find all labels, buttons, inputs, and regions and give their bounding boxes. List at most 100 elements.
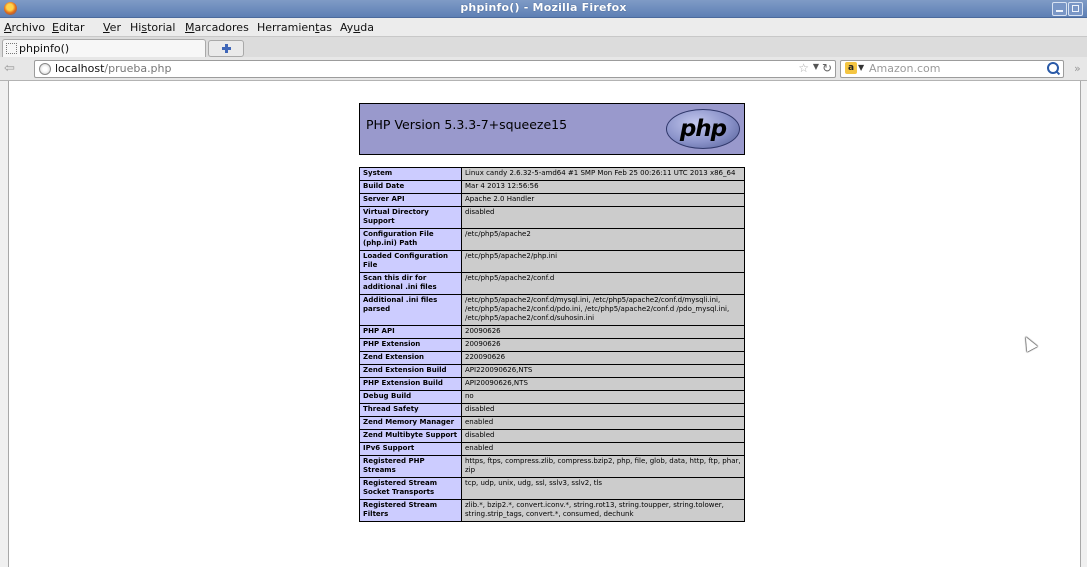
back-arrow-icon: ⇦ (4, 61, 15, 76)
row-key: Registered Stream Filters (359, 499, 462, 522)
back-button[interactable]: ⇦ (4, 60, 32, 77)
row-key: Loaded Configuration File (359, 250, 462, 273)
row-value: Linux candy 2.6.32-5-amd64 #1 SMP Mon Fe… (461, 167, 745, 181)
table-row: System Linux candy 2.6.32-5-amd64 #1 SMP … (359, 167, 745, 181)
table-row: Loaded Configuration File/etc/php5/apach… (359, 250, 745, 273)
row-value: disabled (461, 206, 745, 229)
row-value: /etc/php5/apache2/conf.d (461, 272, 745, 295)
row-value: Mar 4 2013 12:56:56 (461, 180, 745, 194)
table-row: IPv6 Support enabled (359, 442, 745, 456)
minimize-icon[interactable] (1052, 2, 1067, 16)
row-value: API20090626,NTS (461, 377, 745, 391)
row-value: /etc/php5/apache2/php.ini (461, 250, 745, 273)
menu-editar[interactable]: Editar (52, 21, 85, 34)
row-key: PHP API (359, 325, 462, 339)
row-value: /etc/php5/apache2 (461, 228, 745, 251)
overflow-icon[interactable]: » (1074, 62, 1084, 76)
row-value: disabled (461, 429, 745, 443)
row-value: no (461, 390, 745, 404)
table-row: PHP Extension Build API20090626,NTS (359, 377, 745, 391)
url-bar[interactable]: localhost/prueba.php ☆ ▼ ↻ (34, 60, 836, 78)
table-row: PHP Extension 20090626 (359, 338, 745, 352)
row-key: Additional .ini files parsed (359, 294, 462, 326)
row-value: zlib.*, bzip2.*, convert.iconv.*, string… (461, 499, 745, 522)
row-key: Zend Extension (359, 351, 462, 365)
table-row: Additional .ini files parsed/etc/php5/ap… (359, 294, 745, 326)
table-row: Zend Extension Build API220090626,NTS (359, 364, 745, 378)
tab-phpinfo[interactable]: phpinfo() (2, 39, 206, 57)
row-key: Registered PHP Streams (359, 455, 462, 478)
row-value: 20090626 (461, 325, 745, 339)
window-titlebar[interactable]: phpinfo() - Mozilla Firefox (0, 0, 1087, 18)
row-value: enabled (461, 416, 745, 430)
search-icon[interactable] (1047, 62, 1059, 74)
row-value: 220090626 (461, 351, 745, 365)
menu-archivo[interactable]: Archivo (4, 21, 45, 34)
row-key: Registered Stream Socket Transports (359, 477, 462, 500)
page-icon (6, 43, 17, 54)
table-row: Scan this dir for additional .ini files /… (359, 272, 745, 295)
menu-ver[interactable]: Ver (103, 21, 121, 34)
table-row: Registered PHP Streams https, ftps, compr… (359, 455, 745, 478)
reload-icon[interactable]: ↻ (822, 61, 832, 75)
row-key: IPv6 Support (359, 442, 462, 456)
amazon-icon[interactable]: a (845, 62, 857, 74)
menu-marcadores[interactable]: Marcadores (185, 21, 249, 34)
row-value: https, ftps, compress.zlib, compress.bzi… (461, 455, 745, 478)
globe-icon[interactable] (39, 63, 51, 75)
php-header: PHP Version 5.3.3-7+squeeze15 php (359, 103, 745, 155)
row-value: enabled (461, 442, 745, 456)
row-key: Build Date (359, 180, 462, 194)
menu-ayuda[interactable]: Ayuda (340, 21, 374, 34)
row-key: Zend Extension Build (359, 364, 462, 378)
table-row: Thread Safety disabled (359, 403, 745, 417)
row-value: tcp, udp, unix, udg, ssl, sslv3, sslv2, … (461, 477, 745, 500)
row-key: Zend Multibyte Support (359, 429, 462, 443)
row-key: Virtual Directory Support (359, 206, 462, 229)
table-row: Registered Stream Filters zlib.*, bzip2.*… (359, 499, 745, 522)
tab-bar: phpinfo() (0, 36, 1087, 58)
table-row: Zend Memory Manager enabled (359, 416, 745, 430)
row-key: PHP Extension (359, 338, 462, 352)
row-key: Debug Build (359, 390, 462, 404)
url-text: localhost/prueba.php (55, 62, 172, 75)
search-input[interactable]: Amazon.com (869, 62, 940, 75)
row-value: disabled (461, 403, 745, 417)
table-row: Zend Multibyte Support disabled (359, 429, 745, 443)
chevron-down-icon[interactable]: ▼ (858, 63, 864, 72)
new-tab-button[interactable] (208, 40, 244, 57)
chevron-down-icon[interactable]: ▼ (813, 62, 819, 71)
row-key: Configuration File (php.ini) Path (359, 228, 462, 251)
search-bar[interactable]: a ▼ Amazon.com (840, 60, 1064, 78)
table-row: Debug Build no (359, 390, 745, 404)
row-key: Thread Safety (359, 403, 462, 417)
tab-label: phpinfo() (19, 42, 70, 55)
menu-bar: Archivo Editar Ver Historial Marcadores … (0, 18, 1087, 36)
navigation-bar: ⇦ localhost/prueba.php ☆ ▼ ↻ a ▼ Amazon.… (0, 57, 1087, 81)
php-logo[interactable]: php (666, 109, 740, 149)
row-value: Apache 2.0 Handler (461, 193, 745, 207)
menu-herramientas[interactable]: Herramientas (257, 21, 332, 34)
page-content: PHP Version 5.3.3-7+squeeze15 php System… (8, 81, 1081, 567)
plus-icon (222, 44, 231, 53)
row-key: Zend Memory Manager (359, 416, 462, 430)
row-key: Scan this dir for additional .ini files (359, 272, 462, 295)
row-value: API220090626,NTS (461, 364, 745, 378)
table-row: Zend Extension 220090626 (359, 351, 745, 365)
window-title: phpinfo() - Mozilla Firefox (460, 1, 627, 14)
table-row: Registered Stream Socket Transports tcp, … (359, 477, 745, 500)
row-key: PHP Extension Build (359, 377, 462, 391)
menu-historial[interactable]: Historial (130, 21, 175, 34)
table-row: Configuration File (php.ini) Path/etc/ph… (359, 228, 745, 251)
row-value: /etc/php5/apache2/conf.d/mysql.ini, /etc… (461, 294, 745, 326)
table-row: Build Date Mar 4 2013 12:56:56 (359, 180, 745, 194)
row-value: 20090626 (461, 338, 745, 352)
table-row: PHP API 20090626 (359, 325, 745, 339)
bookmark-star-icon[interactable]: ☆ (798, 61, 809, 75)
php-version-title: PHP Version 5.3.3-7+squeeze15 (366, 117, 568, 132)
row-key: System (359, 167, 462, 181)
maximize-icon[interactable] (1068, 2, 1083, 16)
table-row: Server API Apache 2.0 Handler (359, 193, 745, 207)
table-row: Virtual Directory Support disabled (359, 206, 745, 229)
phpinfo-table: System Linux candy 2.6.32-5-amd64 #1 SMP … (359, 167, 745, 522)
